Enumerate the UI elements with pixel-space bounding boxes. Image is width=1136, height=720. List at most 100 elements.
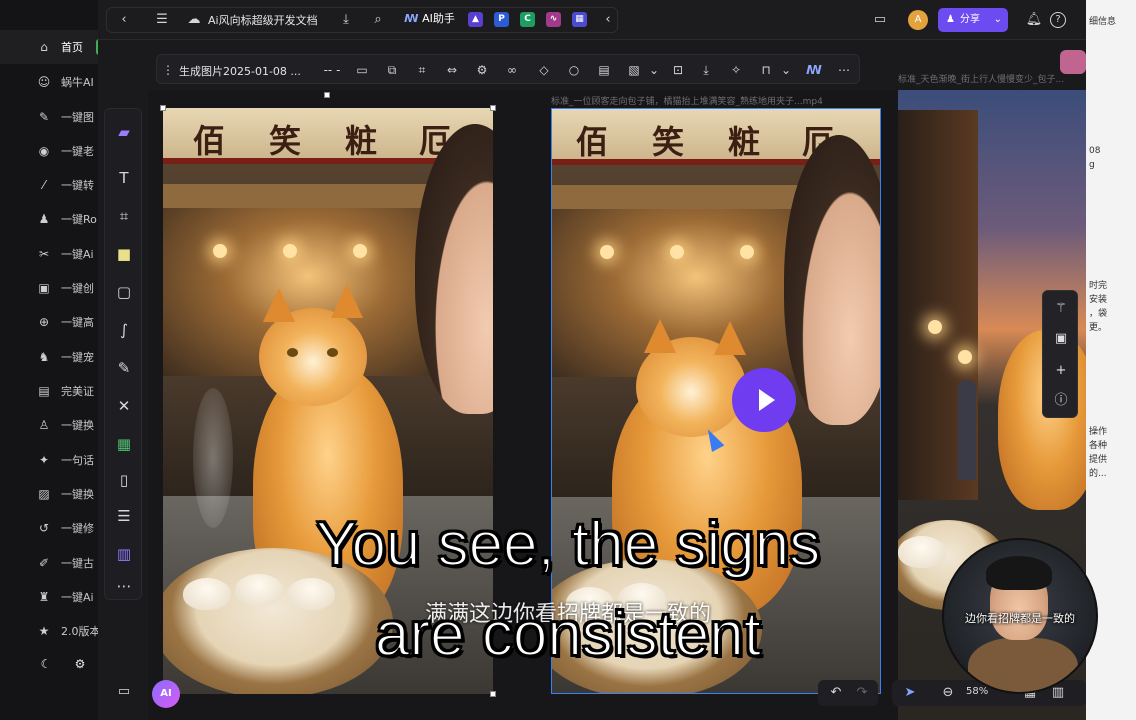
pen-tool-icon[interactable]: ✎ xyxy=(113,357,135,379)
export-icon[interactable]: ⤓ xyxy=(697,61,715,79)
bell-icon[interactable]: 🔔︎ xyxy=(1024,10,1044,30)
image-edit-icon[interactable]: ▧ xyxy=(625,61,643,79)
sidebar-item-9[interactable]: ♞ 一键宠 xyxy=(0,340,100,374)
chevron-down-icon[interactable]: ⌄ xyxy=(777,61,795,79)
frame-tool-icon[interactable]: ⌗ xyxy=(113,205,135,227)
sticky-note-icon[interactable]: ■ xyxy=(113,243,135,265)
sidebar-item-home[interactable]: ⌂ 首页 xyxy=(0,30,100,64)
frame-icon[interactable]: ▭ xyxy=(353,61,371,79)
sidebar-item-label: 一键换 xyxy=(61,488,94,501)
tag-icon[interactable]: ◇ xyxy=(535,61,553,79)
magic-wand-icon[interactable]: ⚚ xyxy=(1051,299,1071,319)
app-icon-grid[interactable]: ▦ xyxy=(572,12,587,27)
chevron-down-icon[interactable]: ⌄ xyxy=(645,61,663,79)
flip-icon[interactable]: ⇔ xyxy=(443,61,461,79)
crop-icon[interactable]: ⌗ xyxy=(413,61,431,79)
ai-logo-icon[interactable]: ꟿ xyxy=(805,61,823,79)
panel-toggle-icon[interactable]: ▭ xyxy=(114,682,134,702)
sidebar-item-4[interactable]: ⁄ 一键转 xyxy=(0,168,100,202)
sidebar-item-7[interactable]: ▣ 一键创 xyxy=(0,271,100,305)
canvas-title[interactable]: 生成图片2025-01-08 ... xyxy=(179,63,301,79)
briefcase-icon[interactable]: ▭ xyxy=(870,10,890,30)
search-icon[interactable]: ⌕ xyxy=(368,10,388,30)
scissors-icon: ✂ xyxy=(38,247,50,261)
redo-icon[interactable]: ↷ xyxy=(852,683,872,703)
picture-icon: ▨ xyxy=(38,487,50,501)
mindmap-icon[interactable]: ✕ xyxy=(113,395,135,417)
sidebar-item-6[interactable]: ✂ 一键Ai xyxy=(0,237,100,271)
download-icon[interactable]: ⤓ xyxy=(336,10,356,30)
info-icon[interactable]: ⓘ xyxy=(1051,391,1071,411)
sidebar-item-label: 一键宠 xyxy=(61,351,94,364)
document-icon[interactable]: ▯ xyxy=(113,469,135,491)
frame-label-video[interactable]: 标准_一位顾客走向包子铺，橘猫抬上堆满笑容_熟练地用夹子...mp4 xyxy=(551,94,881,107)
crop-icon[interactable]: ▣ xyxy=(1051,329,1071,349)
text-icon[interactable]: T xyxy=(113,167,135,189)
connector-icon[interactable]: ∫ xyxy=(113,319,135,341)
magic-icon[interactable]: ✧ xyxy=(727,61,745,79)
panel-text: 各种 xyxy=(1089,441,1108,451)
more-icon[interactable]: ⋯ xyxy=(835,61,853,79)
sign-char: 笑 xyxy=(269,122,302,160)
selection-handle[interactable] xyxy=(324,92,330,98)
palette-icon: ◉ xyxy=(38,144,50,158)
play-button[interactable] xyxy=(732,368,796,432)
settings-icon[interactable]: ⚙ xyxy=(473,61,491,79)
cat-eye xyxy=(327,348,338,357)
sidebar-item-snail-ai[interactable]: ☺ 蜗牛AI xyxy=(0,65,100,99)
sidebar-item-11[interactable]: ♙ 一键换 xyxy=(0,408,100,442)
note-icon[interactable]: ▤ xyxy=(595,61,613,79)
lamp xyxy=(958,350,972,364)
share-button[interactable]: ♟ 分享 ⌄ xyxy=(938,8,1008,32)
selection-handle[interactable] xyxy=(160,105,166,111)
template-icon[interactable]: ▰ xyxy=(113,121,135,143)
link-icon[interactable]: ∞ xyxy=(503,61,521,79)
avatar[interactable]: A xyxy=(908,10,928,30)
sidebar-item-10[interactable]: ▤ 完美证 xyxy=(0,374,100,408)
comment-icon[interactable]: ○ xyxy=(565,61,583,79)
app-icon-c[interactable]: C xyxy=(520,12,535,27)
pointer-icon[interactable]: ➤ xyxy=(900,683,920,703)
customer-figure xyxy=(784,135,880,425)
cat-ear xyxy=(644,319,676,353)
chevron-left-icon[interactable]: ‹ xyxy=(114,10,134,30)
shape-icon[interactable]: ▢ xyxy=(113,281,135,303)
ai-assistant-button[interactable]: ꟿ AI助手 xyxy=(404,10,455,26)
frame-label-street[interactable]: 标准_天色渐晚_街上行人慢慢变少_包子... xyxy=(898,72,1086,85)
plus-icon[interactable]: + xyxy=(1051,361,1071,381)
sidebar-item-label: 一键转 xyxy=(61,179,94,192)
collapse-icon[interactable]: ‹ xyxy=(598,10,618,30)
app-icon-wave[interactable]: ∿ xyxy=(546,12,561,27)
lock-icon[interactable]: ⊓ xyxy=(757,61,775,79)
sidebar-item-2[interactable]: ✎ 一键图 xyxy=(0,100,100,134)
ai-assistant-fab[interactable]: AI xyxy=(152,680,180,708)
lamp xyxy=(283,244,297,258)
undo-icon[interactable]: ↶ xyxy=(826,683,846,703)
selection-handle[interactable] xyxy=(490,105,496,111)
sidebar-item-5[interactable]: ♟ 一键Ro xyxy=(0,202,100,236)
person-icon: ♙ xyxy=(38,418,50,432)
app-icon-1[interactable]: ▲ xyxy=(468,12,483,27)
floating-toolbar: ⚚ ▣ + ⓘ xyxy=(1042,290,1078,418)
sidebar-item-8[interactable]: ⊕ 一键高 xyxy=(0,305,100,339)
app-icon-p[interactable]: P xyxy=(494,12,509,27)
help-icon[interactable]: ? xyxy=(1050,12,1066,28)
home-icon: ⌂ xyxy=(40,40,48,54)
sidebar-item-12[interactable]: ✦ 一句话 xyxy=(0,443,100,477)
scan-icon[interactable]: ⊡ xyxy=(669,61,687,79)
pink-tab[interactable] xyxy=(1060,50,1086,74)
panel-text: 安装 xyxy=(1089,295,1108,305)
doc-title[interactable]: Ai风向标超级开发文档 xyxy=(208,12,318,28)
selection-handle[interactable] xyxy=(490,691,496,697)
sidebar-item-label: 一句话 xyxy=(61,454,94,467)
table-icon[interactable]: ▦ xyxy=(113,433,135,455)
sidebar-item-3[interactable]: ◉ 一键老 xyxy=(0,134,100,168)
zoom-out-icon[interactable]: ⊖ xyxy=(938,683,958,703)
pen-icon: ✎ xyxy=(38,110,50,124)
cat-ear xyxy=(331,284,363,318)
drag-handle-icon[interactable]: ⋮ xyxy=(159,61,177,79)
add-user-icon: ♟ xyxy=(946,14,955,25)
menu-icon[interactable]: ☰ xyxy=(152,10,172,30)
layers-icon[interactable]: ⧉ xyxy=(383,61,401,79)
sidebar-item-13[interactable]: ▨ 一键换 xyxy=(0,477,100,511)
